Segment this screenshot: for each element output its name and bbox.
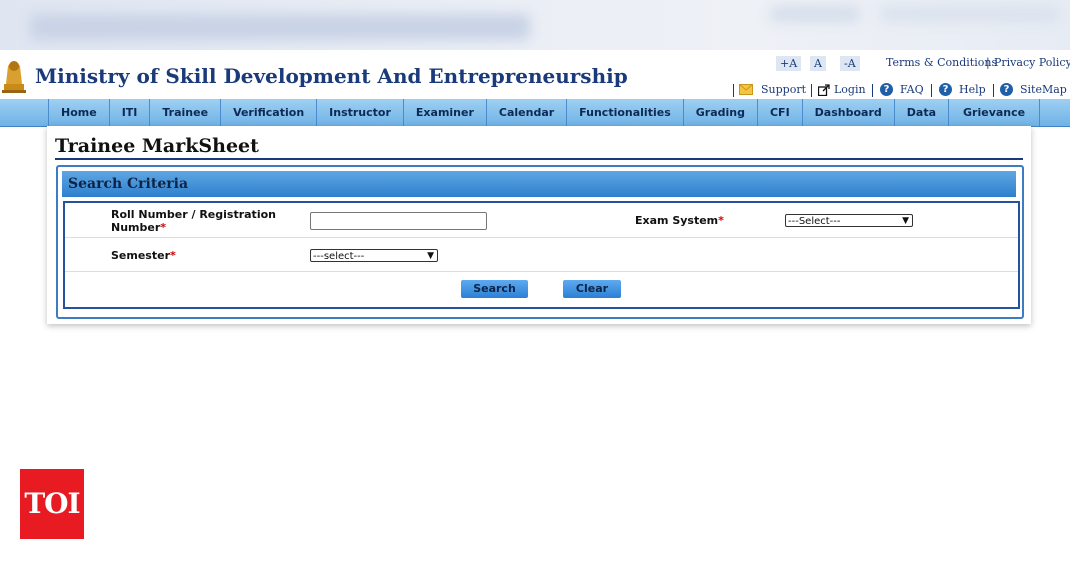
decrease-font-button[interactable]: -A <box>840 56 860 71</box>
help-link[interactable]: ? Help <box>939 83 986 96</box>
util-separator <box>733 84 734 97</box>
sitemap-label: SiteMap <box>1020 83 1067 96</box>
nav-item-instructor[interactable]: Instructor <box>317 99 404 126</box>
sitemap-link[interactable]: ? SiteMap <box>1000 83 1067 96</box>
support-label: Support <box>761 83 807 96</box>
external-login-icon <box>818 83 830 96</box>
terms-link[interactable]: Terms & Conditions <box>886 56 997 69</box>
required-marker: * <box>170 249 176 262</box>
util-separator <box>872 84 873 97</box>
chevron-down-icon: ▼ <box>427 251 434 261</box>
required-marker: * <box>160 221 167 234</box>
mail-icon <box>739 84 753 95</box>
site-header: Ministry of Skill Development And Entrep… <box>0 52 1070 98</box>
util-separator <box>811 84 812 97</box>
exam-system-select[interactable]: ---Select--- ▼ <box>785 214 913 227</box>
nav-item-grievance[interactable]: Grievance <box>949 99 1041 126</box>
support-link[interactable]: Support <box>739 83 806 96</box>
increase-font-button[interactable]: +A <box>776 56 802 71</box>
toi-logo: TOI <box>20 469 84 539</box>
question-icon: ? <box>939 83 952 96</box>
row-divider <box>65 271 1018 272</box>
clear-button[interactable]: Clear <box>563 280 621 298</box>
nav-item-data[interactable]: Data <box>895 99 950 126</box>
util-separator <box>993 84 994 97</box>
roll-number-input[interactable] <box>310 212 487 230</box>
semester-label: Semester* <box>111 249 176 262</box>
row-divider <box>65 237 1018 238</box>
search-criteria-box: Search Criteria Roll Number / Registrati… <box>56 165 1024 319</box>
nav-item-iti[interactable]: ITI <box>110 99 151 126</box>
roll-number-label: Roll Number / Registration Number* <box>111 208 276 234</box>
page-title: Trainee MarkSheet <box>55 135 259 157</box>
main-nav: Home ITI Trainee Verification Instructor… <box>0 99 1070 127</box>
search-button[interactable]: Search <box>461 280 528 298</box>
nav-item-cfi[interactable]: CFI <box>758 99 803 126</box>
top-link-separator: | <box>986 56 990 69</box>
nav-item-home[interactable]: Home <box>48 99 110 126</box>
login-label: Login <box>834 83 866 96</box>
search-criteria-header: Search Criteria <box>62 171 1016 197</box>
question-icon: ? <box>880 83 893 96</box>
exam-system-label: Exam System* <box>635 214 724 227</box>
faq-link[interactable]: ? FAQ <box>880 83 924 96</box>
search-criteria-form: Roll Number / Registration Number* Exam … <box>63 201 1020 309</box>
semester-select[interactable]: ---select--- ▼ <box>310 249 438 262</box>
nav-item-examiner[interactable]: Examiner <box>404 99 487 126</box>
nav-item-calendar[interactable]: Calendar <box>487 99 568 126</box>
marksheet-panel: Trainee MarkSheet Search Criteria Roll N… <box>47 126 1031 324</box>
help-label: Help <box>959 83 986 96</box>
title-divider <box>55 158 1023 160</box>
blurred-browser-strip <box>0 0 1070 50</box>
faq-label: FAQ <box>900 83 924 96</box>
national-emblem-icon <box>2 61 26 93</box>
nav-item-functionalities[interactable]: Functionalities <box>567 99 684 126</box>
nav-item-trainee[interactable]: Trainee <box>150 99 222 126</box>
chevron-down-icon: ▼ <box>902 216 909 226</box>
nav-item-verification[interactable]: Verification <box>221 99 318 126</box>
nav-item-grading[interactable]: Grading <box>684 99 758 126</box>
nav-item-dashboard[interactable]: Dashboard <box>803 99 895 126</box>
site-title[interactable]: Ministry of Skill Development And Entrep… <box>35 64 628 88</box>
privacy-link[interactable]: Privacy Policy <box>994 56 1070 69</box>
question-icon: ? <box>1000 83 1013 96</box>
required-marker: * <box>718 214 724 227</box>
util-separator <box>931 84 932 97</box>
login-link[interactable]: Login <box>818 83 866 96</box>
reset-font-button[interactable]: A <box>810 56 826 71</box>
